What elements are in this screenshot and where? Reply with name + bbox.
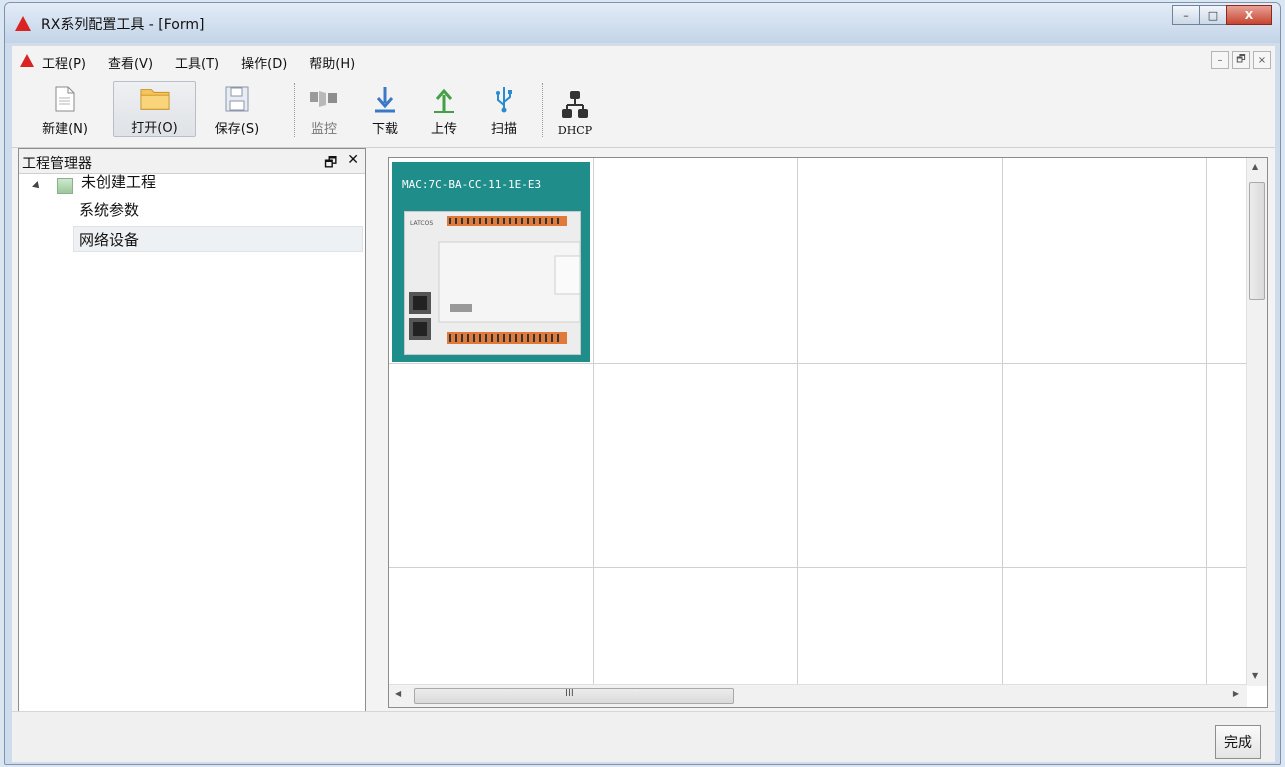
status-bar: 完成 — [12, 711, 1275, 762]
download-button[interactable]: 下载 — [365, 81, 405, 137]
menu-operate[interactable]: 操作(D) — [241, 53, 287, 72]
scroll-up-icon[interactable]: ▲ — [1252, 162, 1258, 171]
horizontal-scroll-thumb[interactable]: III — [414, 688, 734, 704]
grid-line — [389, 567, 1247, 568]
grid-line — [797, 158, 798, 686]
tree-item-system-params[interactable]: 系统参数 — [79, 197, 139, 223]
grid-line — [1206, 158, 1207, 686]
menu-view[interactable]: 查看(V) — [108, 53, 153, 72]
panel-close-icon[interactable]: ✕ — [347, 152, 359, 176]
floppy-disk-icon — [222, 84, 252, 114]
open-button-label: 打开(O) — [131, 121, 178, 136]
mdi-minimize-button[interactable]: – — [1211, 51, 1229, 69]
done-button[interactable]: 完成 — [1215, 725, 1261, 759]
app-window: RX系列配置工具 - [Form] – □ X 工程(P) 查看(V) 工具(T… — [4, 2, 1281, 765]
scroll-down-icon[interactable]: ▼ — [1252, 671, 1258, 680]
tree-expand-icon[interactable] — [32, 181, 42, 191]
save-button-label: 保存(S) — [214, 122, 260, 137]
tree-item-network-devices[interactable]: 网络设备 — [73, 226, 363, 252]
project-manager-panel: 工程管理器 🗗 ✕ 未创建工程 系统参数 网络设备 — [18, 148, 366, 719]
mdi-controls: – 🗗 × — [1208, 51, 1271, 69]
project-tree-icon — [57, 178, 73, 194]
vertical-scrollbar[interactable]: ▲ ▼ — [1246, 158, 1267, 686]
vertical-scroll-thumb[interactable] — [1249, 182, 1265, 300]
scroll-grip-label: III — [565, 688, 574, 699]
upload-button-label: 上传 — [430, 122, 457, 137]
save-button[interactable]: 保存(S) — [205, 81, 269, 137]
upload-button[interactable]: 上传 — [424, 81, 464, 137]
menu-help[interactable]: 帮助(H) — [309, 53, 355, 72]
window-controls: – □ X — [1172, 5, 1272, 25]
device-mac-label: MAC:7C-BA-CC-11-1E-E3 — [402, 178, 542, 191]
grid-line — [1002, 158, 1003, 686]
grid-line — [389, 363, 1247, 364]
download-button-label: 下载 — [371, 122, 398, 137]
dhcp-button[interactable]: DHCP — [553, 81, 597, 137]
mdi-restore-button[interactable]: 🗗 — [1232, 51, 1250, 69]
minimize-button[interactable]: – — [1172, 5, 1200, 25]
open-button[interactable]: 打开(O) — [113, 81, 196, 137]
close-button[interactable]: X — [1226, 5, 1272, 25]
panel-float-icon[interactable]: 🗗 — [324, 152, 337, 176]
menu-bar: 工程(P) 查看(V) 工具(T) 操作(D) 帮助(H) – 🗗 × — [12, 45, 1275, 76]
device-grid: MAC:7C-BA-CC-11-1E-E3 LATCOS ▲ ▼ ◀ III ▶ — [388, 157, 1268, 708]
upload-arrow-icon — [429, 84, 459, 114]
mdi-close-button[interactable]: × — [1253, 51, 1271, 69]
toolbar: 新建(N) 打开(O) 保存(S) 监控 下载 上传 扫描 DHCP — [12, 75, 1275, 148]
panel-header: 工程管理器 🗗 ✕ — [19, 149, 365, 174]
new-button-label: 新建(N) — [42, 122, 88, 137]
dhcp-button-label: DHCP — [557, 124, 593, 137]
toolbar-separator — [542, 83, 543, 137]
new-file-icon — [50, 84, 80, 114]
maximize-button[interactable]: □ — [1199, 5, 1227, 25]
horizontal-scrollbar[interactable]: ◀ III ▶ — [389, 684, 1247, 707]
usb-icon — [489, 84, 519, 114]
monitor-icon — [309, 84, 339, 114]
tree-root-item[interactable]: 未创建工程 — [81, 169, 156, 195]
monitor-button[interactable]: 监控 — [304, 81, 344, 137]
plc-device-image: LATCOS — [404, 211, 581, 355]
folder-icon — [139, 83, 170, 113]
menu-project[interactable]: 工程(P) — [42, 53, 86, 72]
network-icon — [560, 90, 590, 120]
menu-tools[interactable]: 工具(T) — [175, 53, 219, 72]
workspace: 工程管理器 🗗 ✕ 未创建工程 系统参数 网络设备 MAC:7C-BA-CC-1… — [12, 148, 1275, 719]
window-title: RX系列配置工具 - [Form] — [41, 17, 205, 33]
title-bar: RX系列配置工具 - [Form] – □ X — [5, 3, 1280, 43]
device-card[interactable]: MAC:7C-BA-CC-11-1E-E3 LATCOS — [392, 162, 590, 362]
scan-button-label: 扫描 — [490, 122, 517, 137]
grid-line — [593, 158, 594, 686]
new-button[interactable]: 新建(N) — [36, 81, 94, 137]
download-arrow-icon — [370, 84, 400, 114]
scan-button[interactable]: 扫描 — [484, 81, 524, 137]
scroll-left-icon[interactable]: ◀ — [395, 689, 401, 698]
scroll-right-icon[interactable]: ▶ — [1233, 689, 1239, 698]
app-logo-icon — [15, 16, 31, 31]
plc-brand-label: LATCOS — [410, 220, 434, 227]
menu-logo-icon — [20, 54, 34, 67]
monitor-button-label: 监控 — [310, 122, 337, 137]
toolbar-separator — [294, 83, 295, 137]
